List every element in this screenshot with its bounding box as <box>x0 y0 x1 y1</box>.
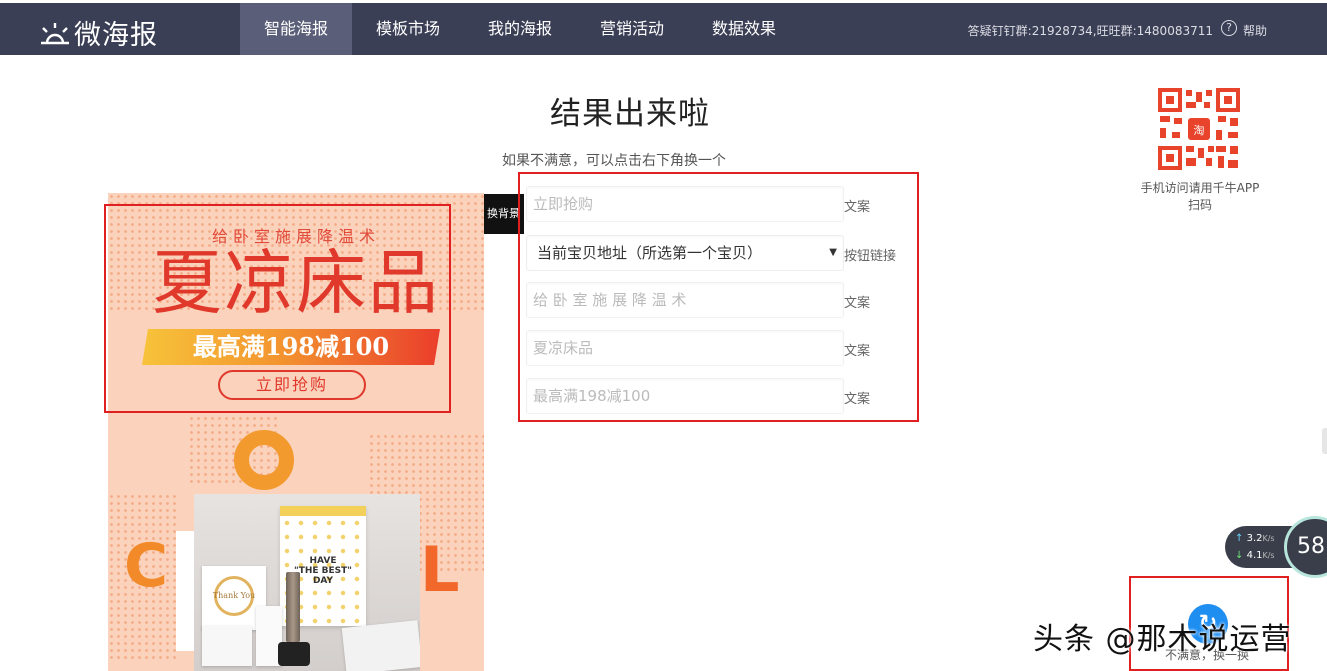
copy-input-subtitle[interactable]: 给 卧 室 施 展 降 温 术 <box>526 282 844 318</box>
support-group-info: 答疑钉钉群:21928734,旺旺群:1480083711 <box>967 24 1213 38</box>
top-navigation-bar: 微海报 智能海报 模板市场 我的海报 营销活动 数据效果 答疑钉钉群:21928… <box>0 3 1327 55</box>
qr-caption: 手机访问请用千牛APP扫码 <box>1140 181 1260 212</box>
button-link-value: 当前宝贝地址（所选第一个宝贝） <box>537 244 763 262</box>
copy-label: 文案 <box>844 344 871 359</box>
copy-input-button-text[interactable]: 立即抢购 <box>526 186 844 222</box>
page-subtitle: 如果不满意，可以点击右下角换一个 <box>502 153 726 169</box>
logo[interactable]: 微海报 <box>38 13 158 52</box>
poster-letter-o <box>234 430 294 490</box>
annotation-box-poster-text <box>104 204 451 413</box>
copy-input-title[interactable]: 夏凉床品 <box>526 330 844 366</box>
logo-text: 微海报 <box>74 20 158 51</box>
page-title: 结果出来啦 <box>550 96 710 132</box>
sun-logo-icon <box>41 22 69 44</box>
qr-code-icon: 淘 <box>1158 88 1240 170</box>
side-edge-tab[interactable] <box>1322 428 1327 454</box>
nav-item-template-market[interactable]: 模板市场 <box>352 3 464 55</box>
product-image[interactable]: Thank You HAVE "THE BEST" DAY <box>194 494 420 671</box>
watermark: 头条 @那木说运营 <box>1033 622 1292 657</box>
help-icon[interactable]: ? <box>1221 20 1237 36</box>
button-link-label: 按钮链接 <box>844 249 897 264</box>
button-link-select[interactable]: 当前宝贝地址（所选第一个宝贝） ▼ <box>526 235 844 271</box>
copy-label: 文案 <box>844 392 871 407</box>
nav-item-marketing[interactable]: 营销活动 <box>576 3 688 55</box>
svg-text:淘: 淘 <box>1194 124 1205 137</box>
nav-item-data-effect[interactable]: 数据效果 <box>688 3 800 55</box>
nav-item-smart-poster[interactable]: 智能海报 <box>240 3 352 55</box>
nav-item-my-posters[interactable]: 我的海报 <box>464 3 576 55</box>
upload-speed: 3.2 <box>1246 533 1263 544</box>
help-link[interactable]: 帮助 <box>1243 22 1267 39</box>
copy-input-promo[interactable]: 最高满198减100 <box>526 378 844 414</box>
poster-letter-c: C <box>124 531 169 601</box>
main-nav: 智能海报 模板市场 我的海报 营销活动 数据效果 <box>240 3 800 55</box>
dropdown-caret-icon: ▼ <box>829 247 837 258</box>
download-arrow-icon: ↓ <box>1235 550 1244 561</box>
copy-label: 文案 <box>844 200 871 215</box>
copy-label: 文案 <box>844 296 871 311</box>
download-speed: 4.1 <box>1246 550 1263 561</box>
upload-arrow-icon: ↑ <box>1235 533 1244 544</box>
poster-letter-l: L <box>420 533 460 606</box>
